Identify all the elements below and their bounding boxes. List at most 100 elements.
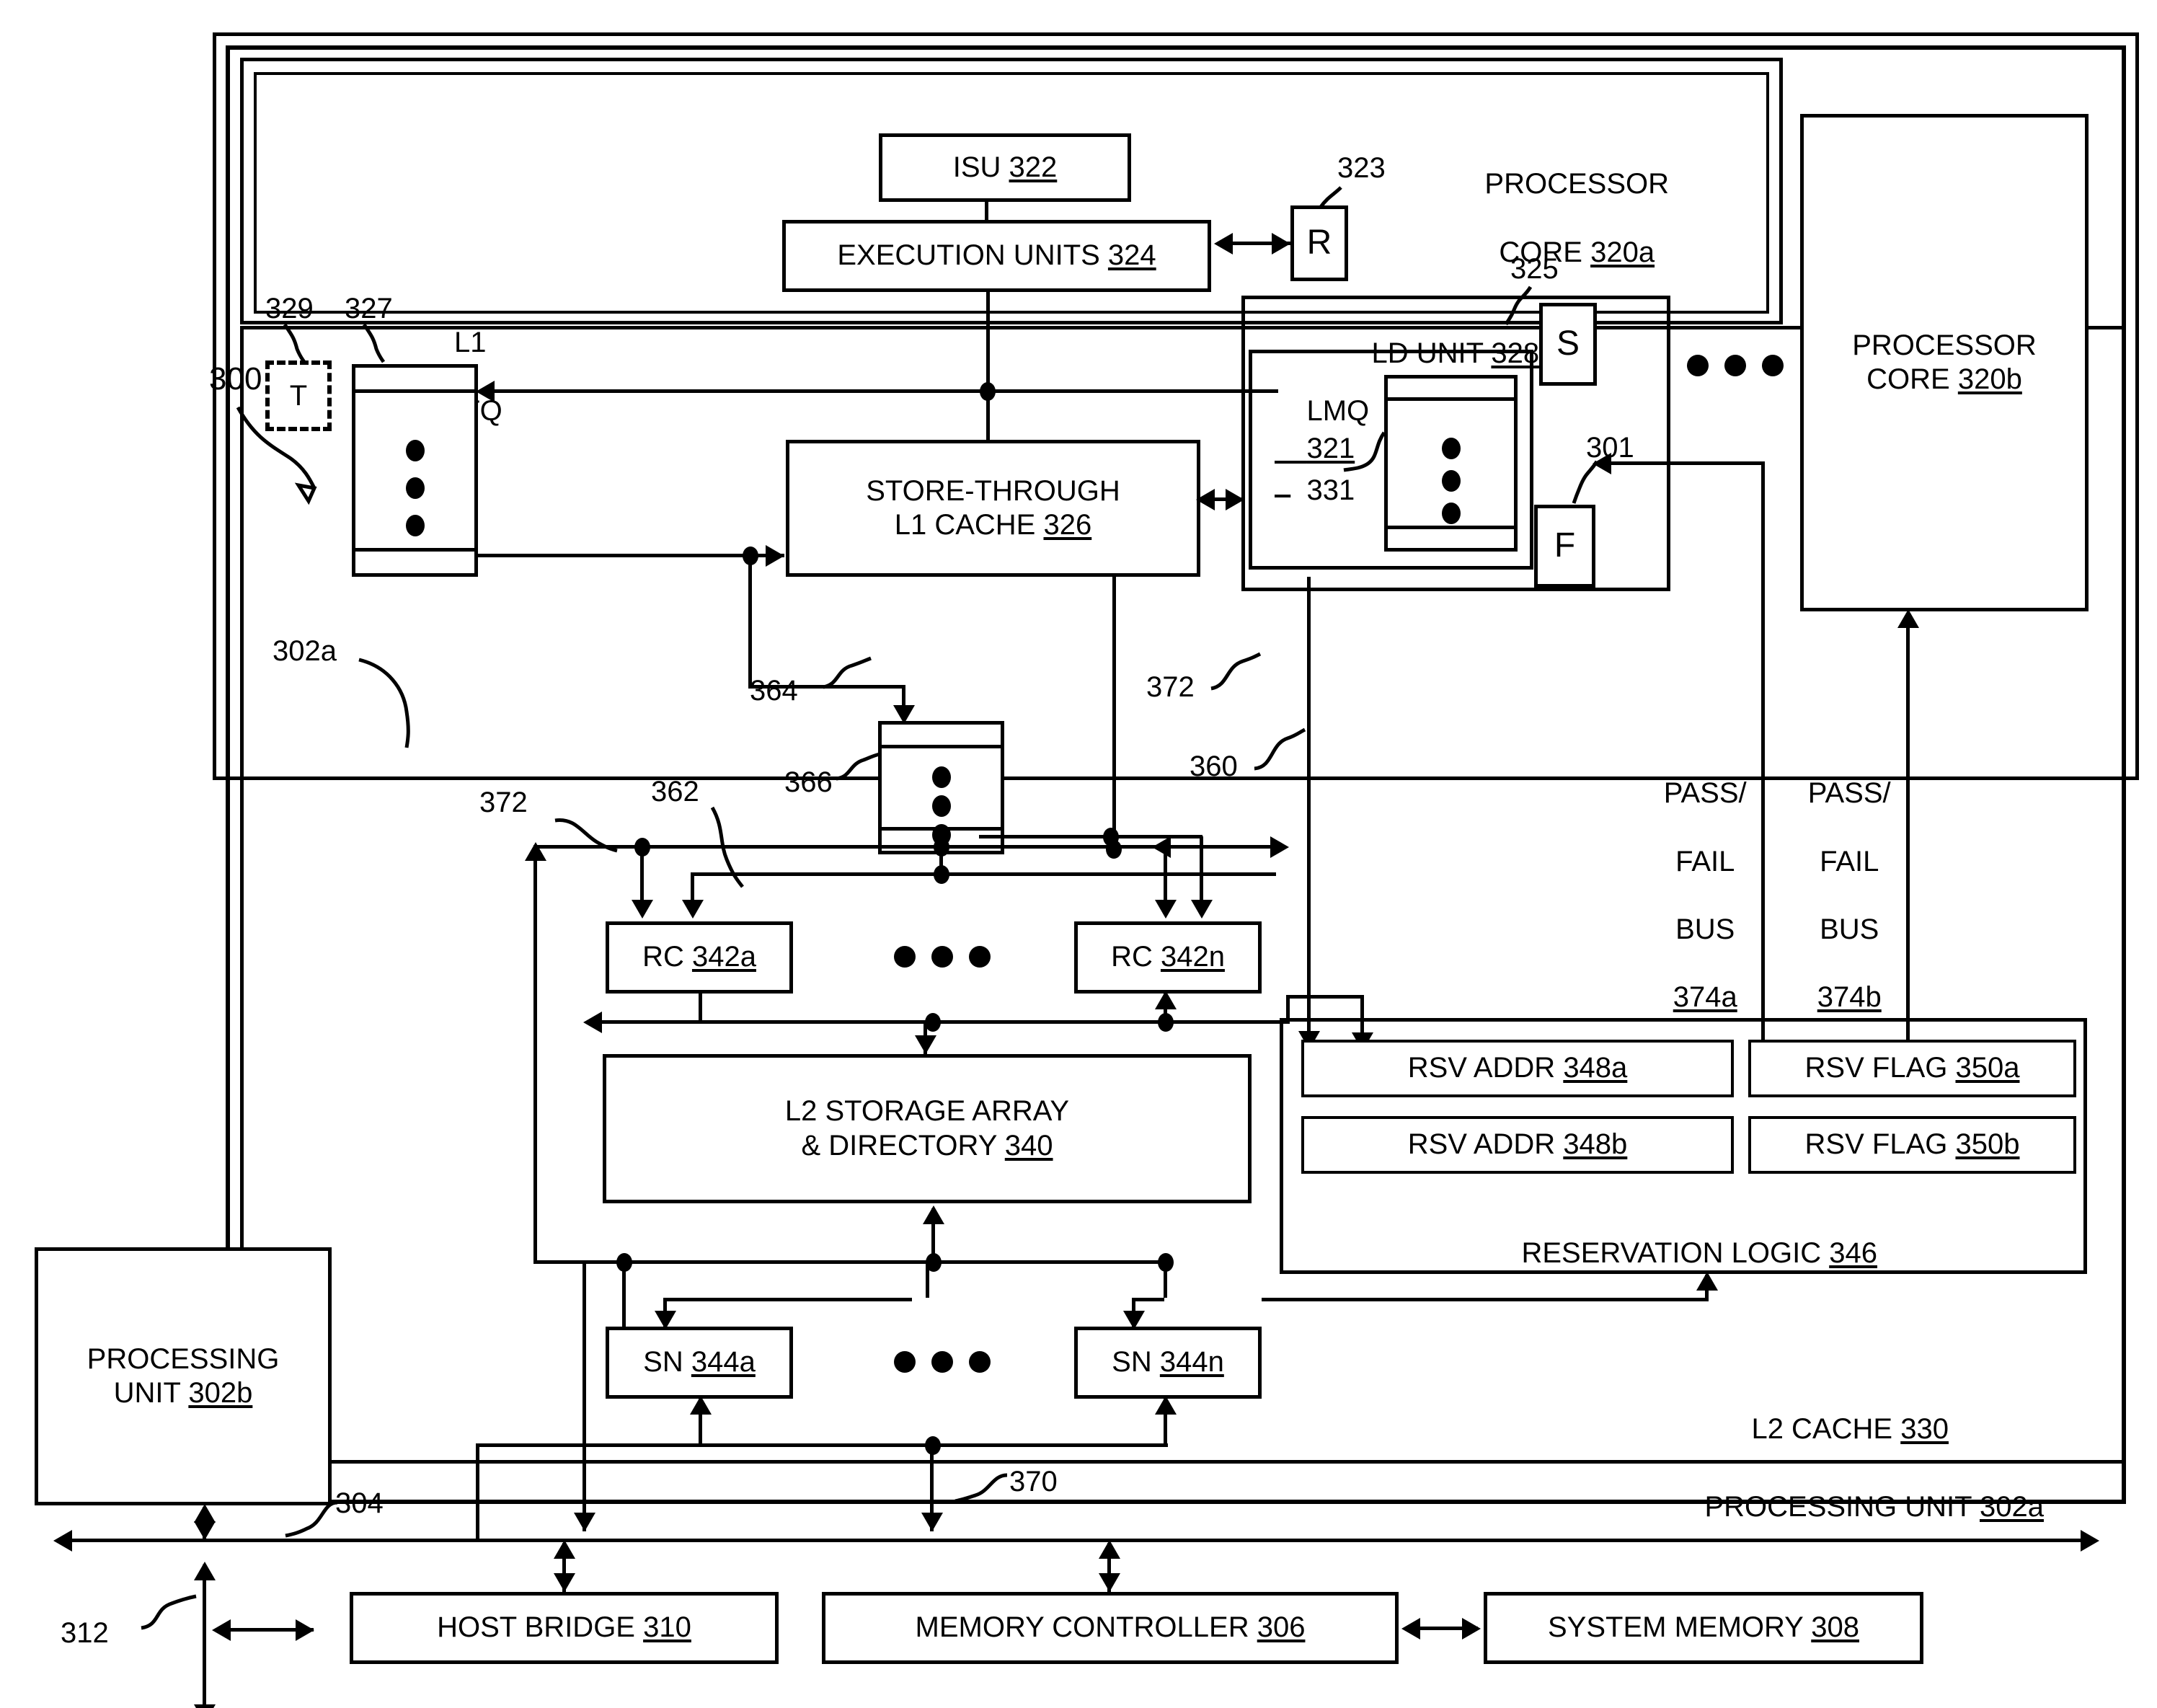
arrow-mc-sm-left: [1401, 1618, 1420, 1640]
arrow-sn-n-out: [1155, 1396, 1177, 1415]
arrow-rc-a-feed1: [632, 900, 653, 919]
ref-366-lead: [836, 752, 880, 781]
wire-312-v: [203, 1565, 206, 1708]
isu-box: ISU 322: [879, 133, 1131, 202]
rsv-addr-348a-ref: 348a: [1563, 1052, 1628, 1084]
arrow-l1-ldunit-r: [1226, 489, 1244, 510]
l2-storage-array-box: L2 STORAGE ARRAY & DIRECTORY 340: [603, 1054, 1252, 1203]
register-r-box: R: [1290, 205, 1348, 281]
ref-372-top-label: 372: [1146, 671, 1195, 703]
s-box: S: [1539, 303, 1597, 386]
wire-left-v2: [583, 1260, 586, 1531]
f-box: F: [1534, 505, 1595, 588]
junction-rc-a-out: [925, 1013, 941, 1032]
ref-304-lead: [285, 1500, 338, 1538]
store-through-line2: L1 CACHE: [894, 509, 1044, 541]
arrow-mc-down: [1099, 1573, 1120, 1592]
core-320a-title-line1: PROCESSOR: [1484, 168, 1670, 200]
wire-stq-l1: [478, 554, 784, 557]
processing-unit-302b-ref: 302b: [188, 1377, 253, 1409]
arrow-l2-array-up: [923, 1205, 944, 1224]
sn-bottom-bus: [476, 1443, 1168, 1447]
arrow-rc-n-feed2: [1191, 900, 1213, 919]
pass-fail-a-l3: BUS: [1675, 913, 1735, 945]
arrow-sn-to-resv: [1696, 1272, 1718, 1291]
arrow-bus-left-at-rcn: [1152, 836, 1171, 858]
ref-362-label: 362: [651, 776, 699, 807]
ref-372-left-lead: [554, 818, 618, 853]
arrow-302b-down: [194, 1521, 216, 1540]
sn-344a-ref: 344a: [691, 1346, 756, 1379]
ref-360-lead: [1254, 727, 1306, 771]
processing-unit-302b-line2: UNIT: [113, 1377, 189, 1409]
memory-controller-label: MEMORY CONTROLLER: [915, 1611, 1257, 1644]
ref-372-top-lead: [1210, 652, 1262, 691]
ref-362-lead: [710, 806, 744, 888]
arrow-left-v2-down: [574, 1513, 595, 1531]
ref-327-label: 327: [345, 293, 393, 324]
ref-302a-label: 302a: [273, 635, 337, 667]
ref-366-label: 366: [784, 766, 833, 798]
reservation-logic-label: RESERVATION LOGIC: [1521, 1237, 1830, 1270]
pass-fail-b-l1: PASS/: [1807, 777, 1891, 810]
register-r-label: R: [1306, 224, 1332, 262]
wire-366-to-bus: [939, 854, 943, 876]
wire-sn-n-in-h: [1132, 1298, 1164, 1301]
wire-step-h2: [1286, 995, 1364, 999]
arrow-into-l2-array: [915, 1035, 936, 1054]
memory-controller-ref: 306: [1257, 1611, 1306, 1644]
core-320a-ref: 320a: [1590, 236, 1655, 268]
arrow-sn-n-in: [1123, 1311, 1145, 1329]
ref-327-lead: [362, 323, 386, 363]
ref-325-label: 325: [1510, 253, 1559, 285]
rsv-addr-348b-box: RSV ADDR 348b: [1301, 1116, 1734, 1174]
l2-cache-ref: 330: [1900, 1413, 1949, 1446]
arrow-rc-n-in-from-bus: [1155, 991, 1177, 1009]
rc-342a-label: RC: [642, 941, 692, 973]
core-320b-title-line1: PROCESSOR: [1852, 329, 2037, 361]
sn-344n-box: SN 344n: [1074, 1327, 1262, 1399]
arrow-304-right: [2081, 1530, 2099, 1552]
l2-storage-line2: & DIRECTORY: [801, 1129, 1005, 1161]
wire-374a-v: [1761, 461, 1765, 1040]
rc-342n-label: RC: [1111, 941, 1161, 973]
arrow-sn-a-out: [690, 1396, 712, 1415]
ref-331-lead: [1343, 431, 1386, 472]
arrow-sn-a-in: [655, 1311, 676, 1329]
wire-stq-bus: [482, 389, 1278, 393]
wire-sn-to-resv-h: [1262, 1298, 1709, 1301]
junction-rc-n-top: [1103, 828, 1119, 846]
wire-372-left-v: [533, 845, 537, 1263]
ref-323-label: 323: [1337, 152, 1386, 184]
wire-sn-n-feed: [1164, 1260, 1167, 1298]
store-through-l1-cache-box: STORE-THROUGH L1 CACHE 326: [786, 440, 1200, 577]
ref-364-label: 364: [750, 675, 798, 707]
sn-344n-ref: 344n: [1159, 1346, 1224, 1379]
ref-329-label: 329: [265, 293, 314, 324]
rsv-flag-350a-ref: 350a: [1955, 1052, 2020, 1084]
wire-sn-a-in-h: [663, 1298, 912, 1301]
ref-370-label: 370: [1009, 1466, 1058, 1497]
rsv-flag-350b-ref: 350b: [1955, 1128, 2020, 1161]
ref-302a-lead: [358, 658, 410, 748]
core-320b-box: PROCESSOR CORE 320b: [1800, 114, 2089, 611]
arrow-stq-l1: [766, 545, 784, 567]
system-memory-label: SYSTEM MEMORY: [1547, 1611, 1812, 1644]
arrow-l1-ldunit-l: [1196, 489, 1215, 510]
rc-output-bus: [588, 1020, 1164, 1024]
processing-unit-302b-box: PROCESSING UNIT 302b: [35, 1247, 332, 1505]
rc-342n-ref: 342n: [1160, 941, 1225, 973]
wire-374b-v: [1906, 613, 1910, 1040]
arrow-exec-r-left: [1214, 233, 1233, 255]
ref-300-lead: [236, 406, 317, 505]
core-320b-title-line2: CORE: [1866, 363, 1958, 395]
isu-label: ISU: [952, 151, 1009, 183]
ref-360-label: 360: [1190, 751, 1238, 782]
wire-sn-a-mid: [926, 1260, 929, 1298]
arrow-312-down: [194, 1704, 216, 1708]
memory-controller-box: MEMORY CONTROLLER 306: [822, 1592, 1399, 1664]
arrow-370-down: [921, 1513, 943, 1531]
rsv-flag-350b-box: RSV FLAG 350b: [1748, 1116, 2076, 1174]
rsv-flag-350b-label: RSV FLAG: [1804, 1128, 1956, 1161]
pass-fail-b-l2: FAIL: [1820, 845, 1879, 877]
